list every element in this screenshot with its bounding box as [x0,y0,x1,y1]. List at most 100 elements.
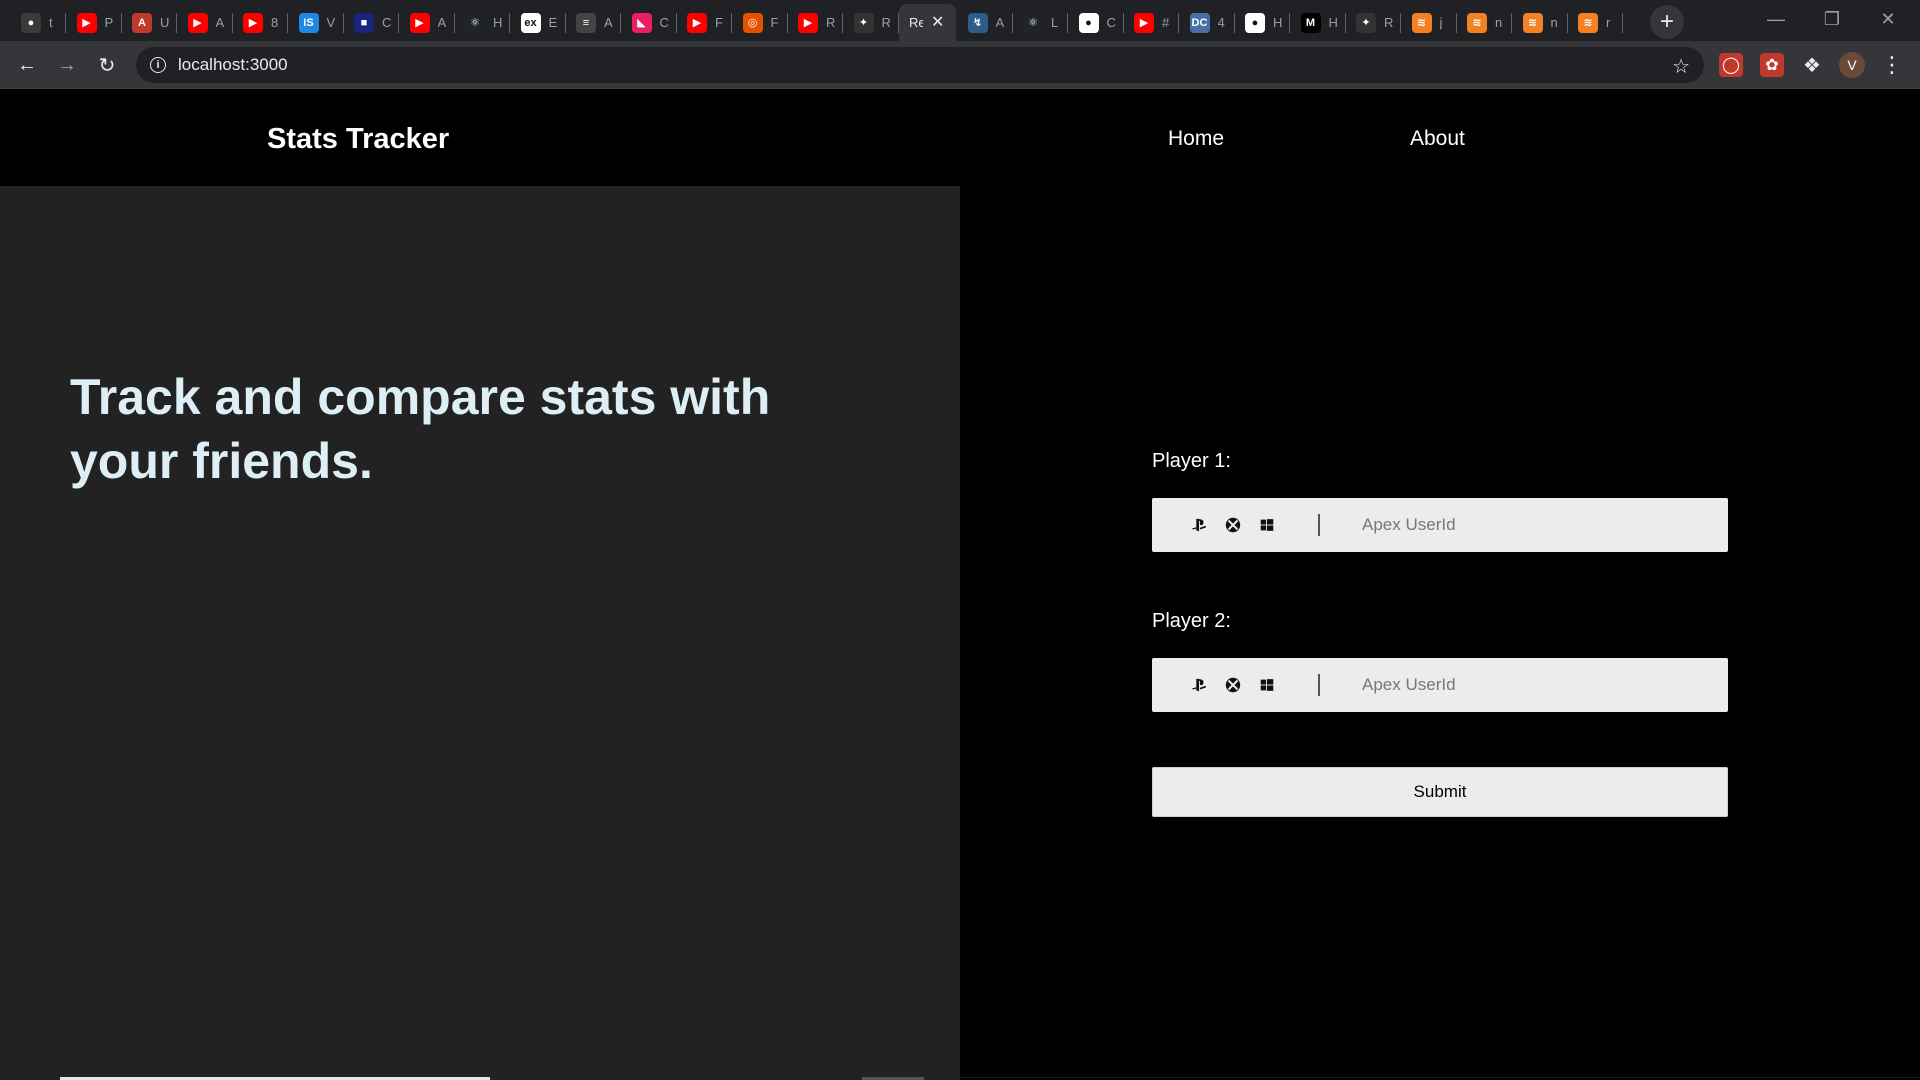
site-icon: ● [1078,12,1099,33]
player1-userid-input[interactable] [1362,515,1702,535]
nav-about-link[interactable]: About [1410,127,1465,151]
browser-tab[interactable]: ▶ P [67,4,122,41]
playstation-icon[interactable] [1182,498,1216,552]
site-icon: ↯ [967,12,988,33]
brand-logo-text[interactable]: Stats Tracker [267,123,449,156]
browser-tab[interactable]: AU [122,4,177,41]
forward-button[interactable]: → [51,49,83,81]
bookmark-star-icon[interactable]: ☆ [1672,54,1690,79]
bottom-divider [960,1077,1920,1078]
tab-title: P [104,15,114,30]
browser-tab[interactable]: ▶ A [400,4,455,41]
browser-tab[interactable]: ⚛ L [1013,4,1068,41]
hero-headline: Track and compare stats with your friend… [70,369,771,489]
browser-tab[interactable]: ⚛ H [455,4,510,41]
youtube-icon: ▶ [76,12,97,33]
medium-icon: M [1300,12,1321,33]
xbox-icon[interactable] [1216,658,1250,712]
tab-title: U [160,15,170,30]
site-info-icon[interactable]: i [150,57,166,73]
field-divider [1318,674,1320,696]
site-icon: ● [1245,12,1265,33]
browser-tab[interactable]: ● H [1235,4,1290,41]
tab-title: # [1162,15,1170,30]
site-icon: ≡ [576,12,596,33]
tab-title: F [715,15,723,30]
tab-title: 8 [271,15,279,30]
browser-tab[interactable]: ◎ F [733,4,788,41]
hero-panel: Track and compare stats with your friend… [0,186,960,1080]
tab-title: H [493,15,503,30]
browser-tab[interactable]: ▶ A [178,4,233,41]
site-icon: ✦ [853,12,874,33]
browser-tab[interactable]: IS V [289,4,344,41]
browser-tab[interactable]: ≋ n [1457,4,1512,41]
browser-tab[interactable]: ● C [1069,4,1124,41]
field-divider [1318,514,1320,536]
browser-tab[interactable]: ✦ R [844,4,899,41]
tab-title: Re [909,15,923,30]
tab-title: n [1495,15,1503,30]
browser-tab[interactable]: ✦ R [1346,4,1401,41]
close-window-button[interactable]: ✕ [1860,4,1916,34]
browser-tab[interactable]: ≋ j [1402,4,1457,41]
tab-title: A [437,15,447,30]
browser-tab[interactable]: ▶ R [788,4,843,41]
browser-tab[interactable]: ≡ A [566,4,621,41]
close-tab-icon[interactable]: ✕ [931,14,944,31]
browser-menu-icon[interactable]: ⋮ [1880,50,1904,80]
url-text: localhost:3000 [178,55,288,74]
xbox-icon[interactable] [1216,498,1250,552]
minimize-button[interactable]: — [1748,4,1804,34]
browser-tab[interactable]: Re ✕ [899,4,956,41]
new-tab-button[interactable]: + [1650,5,1684,39]
youtube-icon: ▶ [187,12,208,33]
github-icon: ● [21,12,41,33]
tab-title: C [1106,15,1116,30]
express-icon: ex [520,12,541,33]
browser-tab[interactable]: ≋ n [1513,4,1568,41]
windows-icon[interactable] [1250,498,1284,552]
browser-tab[interactable]: ↯ A [958,4,1013,41]
extension-icon[interactable]: ✿ [1760,53,1784,77]
tab-title: V [326,15,336,30]
tab-title: L [1051,15,1059,30]
browser-tab[interactable]: ex E [511,4,566,41]
player2-userid-input[interactable] [1362,675,1702,695]
pocket-extension-icon[interactable]: ◯ [1719,53,1743,77]
submit-button[interactable]: Submit [1152,767,1728,817]
react-icon: ⚛ [1023,12,1043,33]
address-bar[interactable]: i localhost:3000 ☆ [136,47,1704,83]
browser-tab[interactable]: DC 4 [1180,4,1235,41]
nav-home-link[interactable]: Home [1168,127,1224,151]
stackoverflow-icon: ≋ [1578,12,1598,33]
tab-title: R [881,15,891,30]
browser-tab[interactable]: ▶ F [677,4,732,41]
browser-tab[interactable]: MH [1291,4,1346,41]
browser-tab[interactable]: ≋ r [1568,4,1623,41]
tab-title: H [1273,15,1283,30]
back-button[interactable]: ← [11,49,43,81]
app-icon: A [132,12,152,33]
tab-title: j [1439,15,1443,30]
extensions-puzzle-icon[interactable]: ❖ [1800,53,1824,77]
tab-title: n [1550,15,1558,30]
browser-tab[interactable]: ▶ 8 [233,4,288,41]
browser-tab[interactable]: ◣ C [622,4,677,41]
reload-button[interactable]: ↻ [91,49,123,81]
stackoverflow-icon: ≋ [1522,12,1543,33]
restore-button[interactable]: ❐ [1804,4,1860,34]
browser-tab[interactable]: ▶ # [1124,4,1179,41]
browser-tab[interactable]: ● t [11,4,66,41]
profile-avatar[interactable]: V [1839,52,1865,78]
windows-icon[interactable] [1250,658,1284,712]
playstation-icon[interactable] [1182,658,1216,712]
tab-title: C [382,15,392,30]
browser-tab[interactable]: ■ C [344,4,399,41]
site-icon: DC [1189,12,1210,33]
site-icon: ✦ [1356,12,1376,33]
tab-title: R [1384,15,1394,30]
tab-title: 4 [1217,15,1225,30]
tab-title: A [604,15,613,30]
tab-title: A [995,15,1005,30]
